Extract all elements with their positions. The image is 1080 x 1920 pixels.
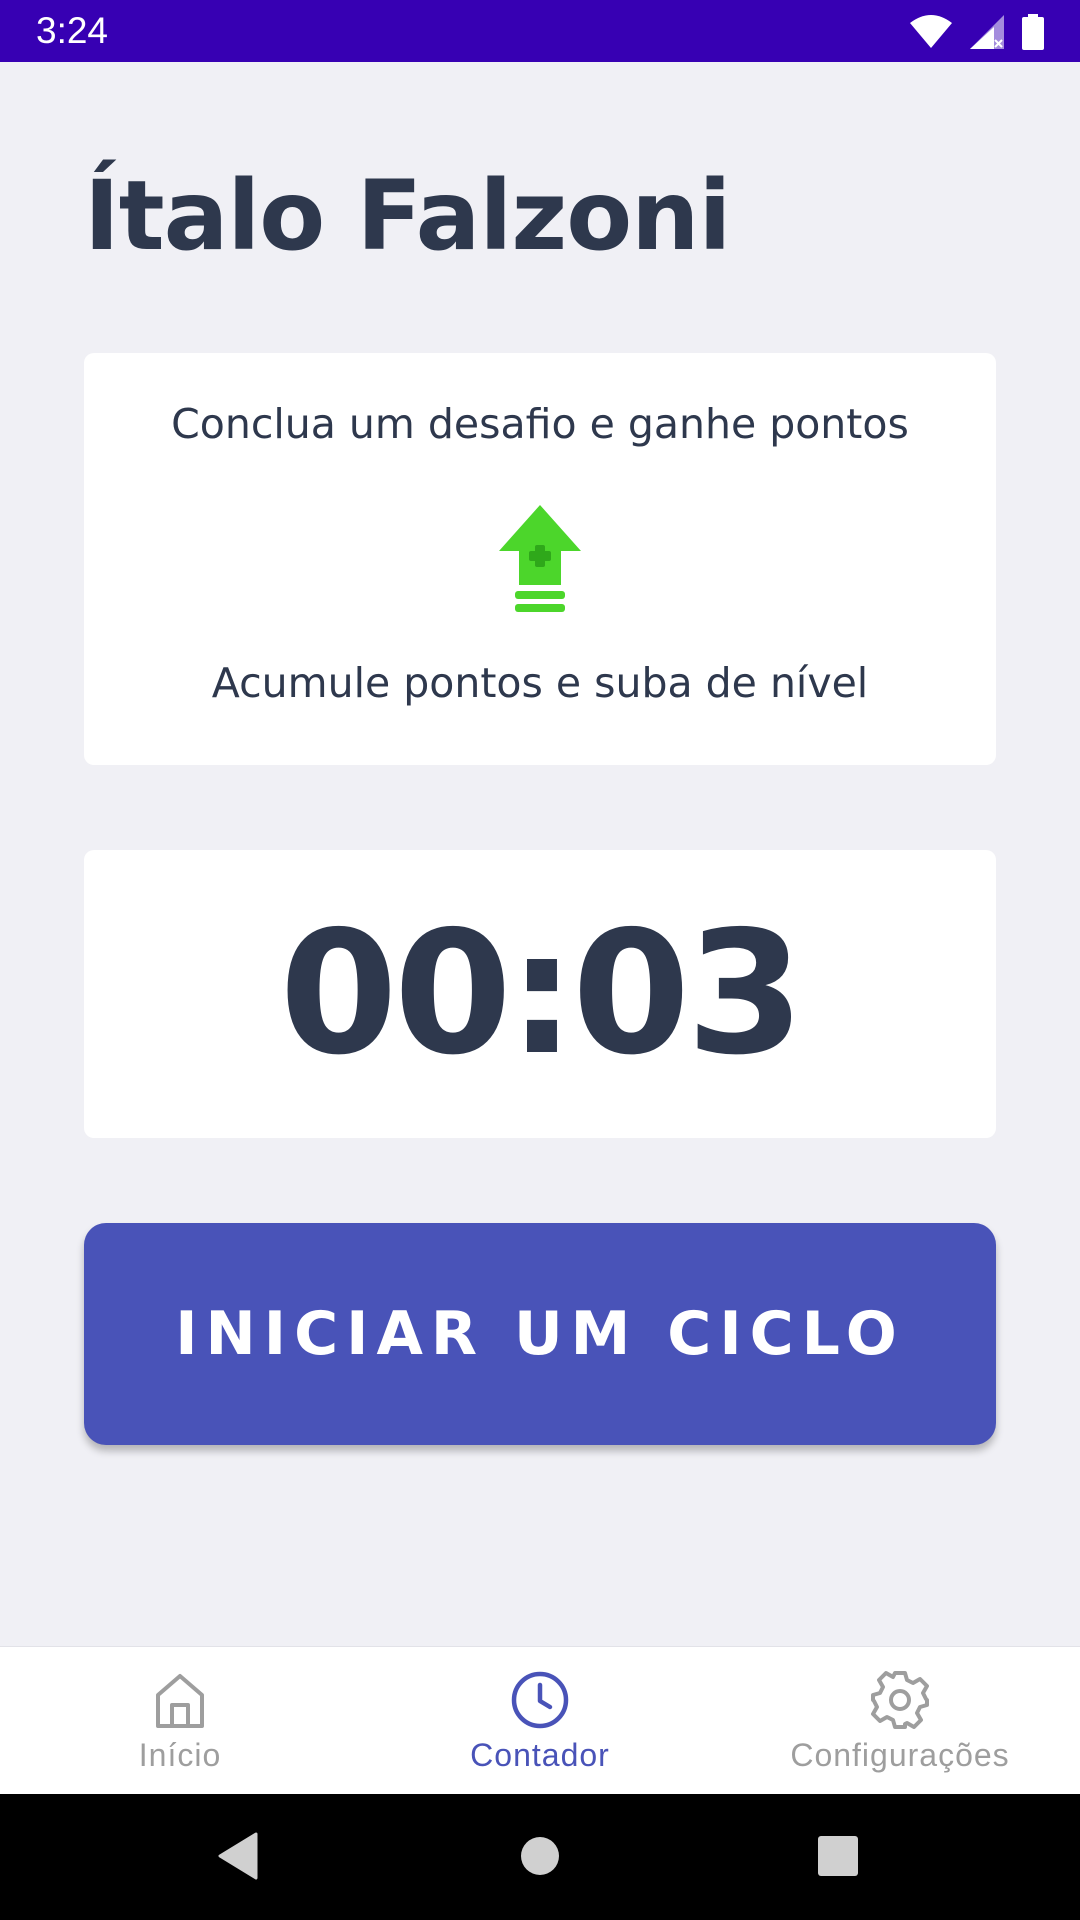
challenge-text: Conclua um desafio e ganhe pontos bbox=[171, 400, 909, 448]
signal-icon bbox=[970, 15, 1004, 49]
nav-label-contador: Contador bbox=[470, 1737, 610, 1773]
nav-item-contador[interactable]: Contador bbox=[360, 1647, 720, 1795]
nav-item-configuracoes[interactable]: Configurações bbox=[720, 1647, 1080, 1795]
home-icon bbox=[156, 1674, 204, 1728]
battery-icon bbox=[1022, 14, 1044, 50]
status-time: 3:24 bbox=[36, 10, 109, 51]
page-title: Ítalo Falzoni bbox=[84, 160, 731, 272]
clock-icon bbox=[511, 1671, 569, 1729]
info-card: Conclua um desafio e ganhe pontos Acumul… bbox=[84, 353, 996, 765]
back-icon[interactable] bbox=[216, 1832, 260, 1880]
level-up-icon bbox=[499, 505, 581, 612]
timer-card: 00:03 bbox=[84, 850, 996, 1138]
gear-icon bbox=[871, 1671, 929, 1729]
home-button-icon[interactable] bbox=[520, 1836, 560, 1876]
system-navigation-bar bbox=[0, 1794, 1080, 1920]
countdown-timer: 00:03 bbox=[279, 895, 804, 1093]
recents-icon[interactable] bbox=[818, 1836, 858, 1876]
status-icons bbox=[910, 12, 1044, 52]
bottom-navigation: Início Contador Configurações bbox=[0, 1646, 1080, 1795]
start-cycle-button[interactable]: INICIAR UM CICLO bbox=[84, 1223, 996, 1445]
nav-label-inicio: Início bbox=[138, 1737, 222, 1773]
nav-label-configuracoes: Configurações bbox=[790, 1737, 1010, 1773]
wifi-icon bbox=[910, 15, 952, 48]
status-bar: 3:24 bbox=[0, 0, 1080, 62]
level-text: Acumule pontos e suba de nível bbox=[211, 659, 869, 707]
nav-item-inicio[interactable]: Início bbox=[0, 1647, 360, 1795]
